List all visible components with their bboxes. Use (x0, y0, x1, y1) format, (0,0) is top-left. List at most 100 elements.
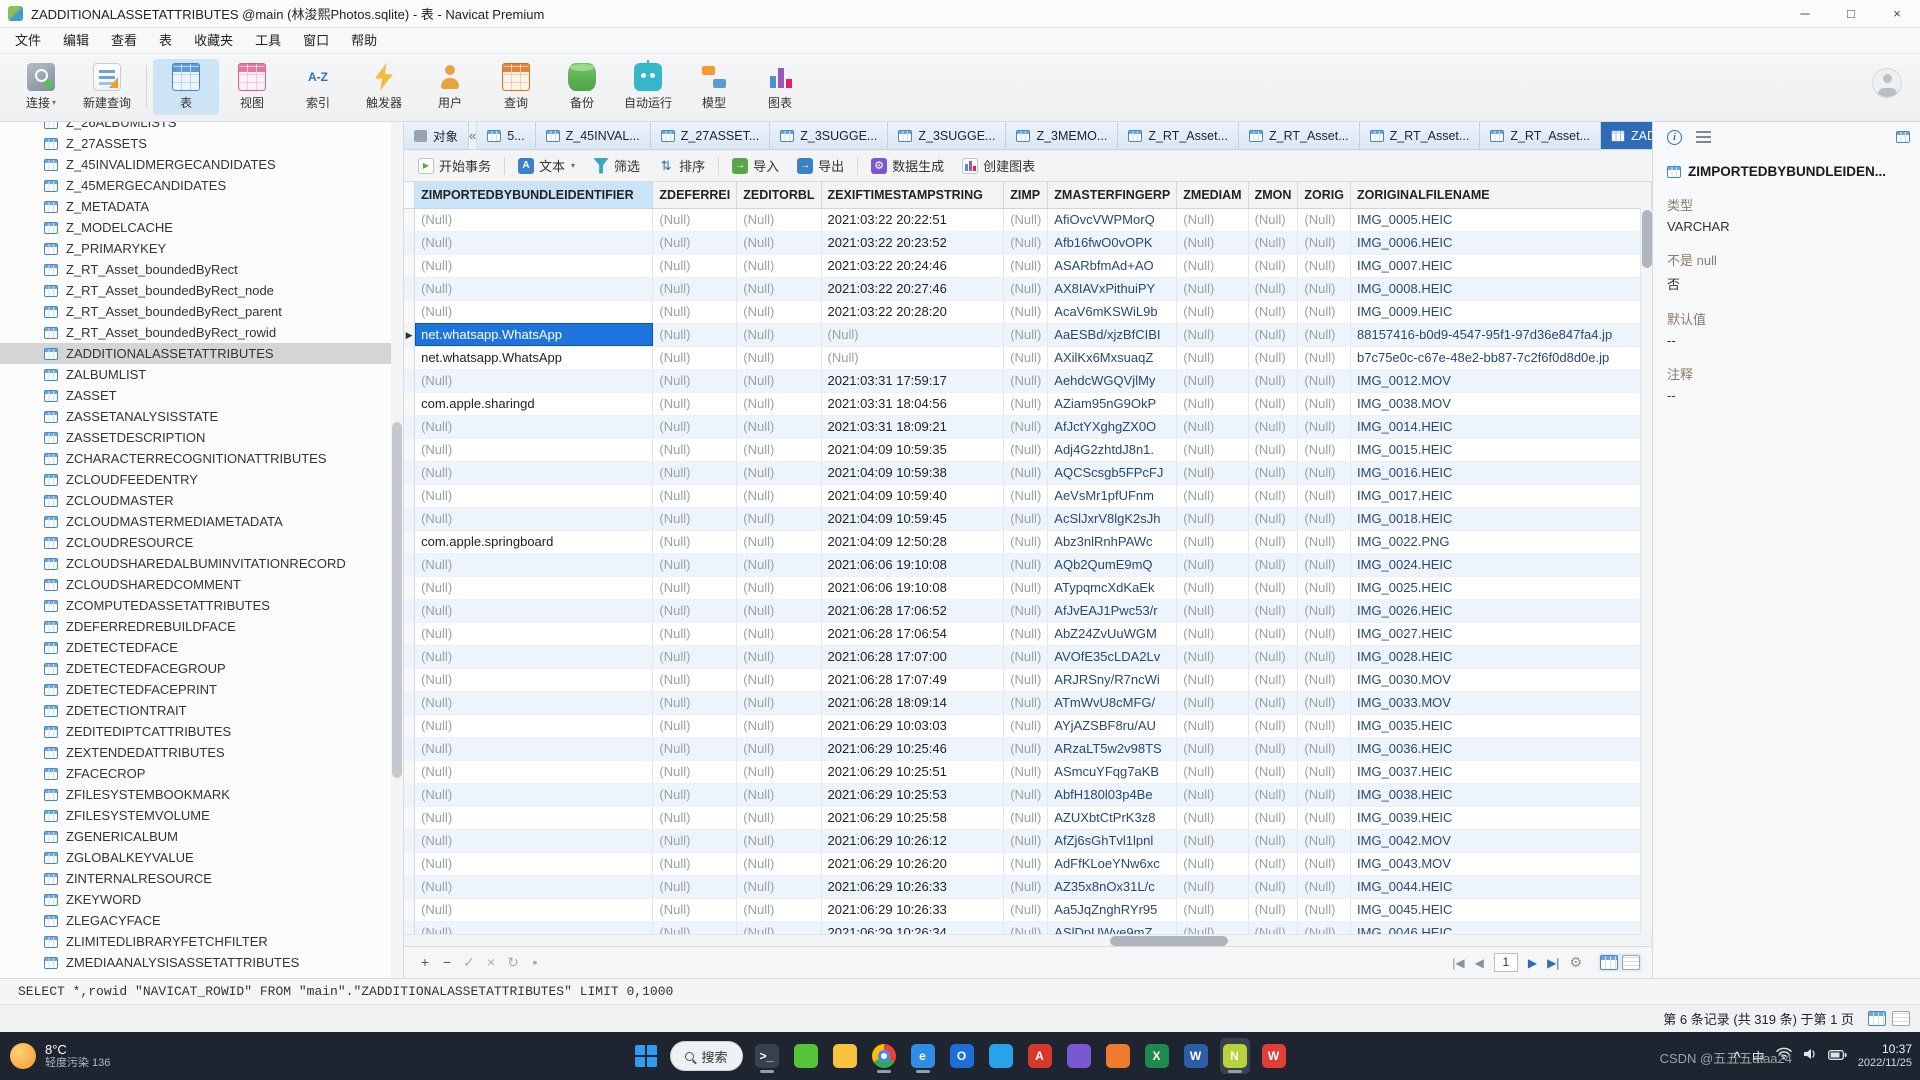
cell[interactable]: (Null) (1248, 254, 1298, 277)
cell[interactable]: (Null) (1248, 484, 1298, 507)
cell[interactable]: (Null) (737, 208, 821, 231)
cell[interactable]: (Null) (415, 737, 653, 760)
cell[interactable]: (Null) (737, 829, 821, 852)
cell[interactable]: AehdcWGQVjlMy (1048, 369, 1177, 392)
menu-table[interactable]: 表 (148, 28, 183, 54)
cell[interactable]: (Null) (415, 829, 653, 852)
cell[interactable]: (Null) (1177, 231, 1248, 254)
cell[interactable]: (Null) (1248, 599, 1298, 622)
cell[interactable]: 2021:03:22 20:24:46 (821, 254, 1004, 277)
cell[interactable]: (Null) (1298, 553, 1351, 576)
cell[interactable]: 2021:04:09 10:59:35 (821, 438, 1004, 461)
cell[interactable]: (Null) (737, 438, 821, 461)
sidebar-scrollbar-thumb[interactable] (392, 422, 402, 778)
sidebar-table-item[interactable]: ZEXTENDEDATTRIBUTES (0, 742, 403, 763)
cell[interactable]: AX8IAVxPithuiPY (1048, 277, 1177, 300)
row-selector[interactable] (404, 300, 415, 323)
cell[interactable]: IMG_0043.MOV (1351, 852, 1652, 875)
cell[interactable]: IMG_0022.PNG (1351, 530, 1652, 553)
row-selector[interactable] (404, 369, 415, 392)
cell[interactable]: (Null) (1004, 829, 1048, 852)
cell[interactable]: (Null) (653, 576, 737, 599)
cell[interactable]: (Null) (1004, 438, 1048, 461)
sidebar-table-item[interactable]: ZFILESYSTEMBOOKMARK (0, 784, 403, 805)
cell[interactable]: (Null) (737, 415, 821, 438)
cell[interactable]: 2021:06:29 10:25:46 (821, 737, 1004, 760)
cell[interactable]: (Null) (1177, 806, 1248, 829)
cell[interactable]: (Null) (737, 760, 821, 783)
toolbar-connection-button[interactable]: 连接▾ (8, 59, 74, 115)
cell[interactable]: 2021:04:09 10:59:38 (821, 461, 1004, 484)
cell[interactable]: (Null) (1177, 737, 1248, 760)
cell[interactable]: AfJctYXghgZX0O (1048, 415, 1177, 438)
cell[interactable]: (Null) (653, 231, 737, 254)
cell[interactable]: AQCScsgb5FPcFJ (1048, 461, 1177, 484)
taskbar-file-explorer-icon[interactable] (830, 1038, 860, 1074)
status-grid-icon[interactable] (1868, 1011, 1886, 1026)
cell[interactable]: net.whatsapp.WhatsApp (415, 323, 653, 346)
prev-page-button[interactable]: ◀ (1475, 956, 1484, 970)
cell[interactable]: 2021:06:06 19:10:08 (821, 553, 1004, 576)
sidebar-table-item[interactable]: ZASSET (0, 385, 403, 406)
cell[interactable]: (Null) (415, 461, 653, 484)
row-selector[interactable] (404, 415, 415, 438)
cell[interactable]: (Null) (1177, 553, 1248, 576)
cell[interactable]: (Null) (415, 277, 653, 300)
sidebar-table-item[interactable]: ZMEDIAANALYSISASSETATTRIBUTES (0, 952, 403, 973)
cell[interactable]: 2021:06:29 10:25:58 (821, 806, 1004, 829)
cell[interactable]: (Null) (415, 208, 653, 231)
cell[interactable]: (Null) (1298, 737, 1351, 760)
close-button[interactable]: × (1874, 0, 1920, 27)
cell[interactable]: IMG_0006.HEIC (1351, 231, 1652, 254)
cell[interactable]: (Null) (653, 852, 737, 875)
sidebar-table-item[interactable]: ZINTERNALRESOURCE (0, 868, 403, 889)
sidebar-table-item[interactable]: ZDEFERREDREBUILDFACE (0, 616, 403, 637)
sidebar-table-item[interactable]: ZALBUMLIST (0, 364, 403, 385)
column-header-ZMEDIAM[interactable]: ZMEDIAM (1177, 182, 1248, 208)
cell[interactable]: ATmWvU8cMFG/ (1048, 691, 1177, 714)
tab-table-6[interactable]: Z_3MEMO... (1006, 122, 1118, 149)
cell[interactable]: (Null) (737, 668, 821, 691)
tab-table-7[interactable]: Z_RT_Asset... (1118, 122, 1239, 149)
cell[interactable]: IMG_0007.HEIC (1351, 254, 1652, 277)
cell[interactable]: (Null) (1298, 484, 1351, 507)
cell[interactable]: (Null) (1177, 668, 1248, 691)
cell[interactable]: (Null) (653, 369, 737, 392)
cell[interactable]: ASmcuYFqg7aKB (1048, 760, 1177, 783)
sidebar-table-item[interactable]: Z_45MERGECANDIDATES (0, 175, 403, 196)
cell[interactable]: (Null) (1177, 208, 1248, 231)
cell[interactable]: (Null) (415, 622, 653, 645)
row-selector[interactable] (404, 599, 415, 622)
cell[interactable]: (Null) (1177, 530, 1248, 553)
cell[interactable]: (Null) (1004, 392, 1048, 415)
cell[interactable]: (Null) (1298, 300, 1351, 323)
sidebar-table-item[interactable]: ZLEGACYFACE (0, 910, 403, 931)
cell[interactable]: (Null) (415, 898, 653, 921)
taskbar-chrome-icon[interactable] (869, 1038, 899, 1074)
cell[interactable]: (Null) (737, 484, 821, 507)
cell[interactable]: IMG_0016.HEIC (1351, 461, 1652, 484)
gridbar-export-button[interactable]: →导出 (789, 153, 852, 178)
cell[interactable]: (Null) (1177, 829, 1248, 852)
cell[interactable]: (Null) (415, 599, 653, 622)
toolbar-user-button[interactable]: 用户 (417, 59, 483, 115)
taskbar-navicat-icon[interactable]: N (1220, 1038, 1250, 1074)
cell[interactable]: (Null) (1004, 875, 1048, 898)
cell[interactable]: IMG_0025.HEIC (1351, 576, 1652, 599)
cell[interactable]: (Null) (1004, 760, 1048, 783)
cell[interactable]: (Null) (821, 346, 1004, 369)
cell[interactable]: (Null) (1004, 277, 1048, 300)
toolbar-backup-button[interactable]: 备份 (549, 59, 615, 115)
cell[interactable]: AcSlJxrV8lgK2sJh (1048, 507, 1177, 530)
cell[interactable]: (Null) (415, 254, 653, 277)
toolbar-automation-button[interactable]: 自动运行 (615, 59, 681, 115)
cell[interactable]: (Null) (1177, 852, 1248, 875)
cell[interactable]: IMG_0035.HEIC (1351, 714, 1652, 737)
cell[interactable]: (Null) (737, 323, 821, 346)
menu-window[interactable]: 窗口 (292, 28, 340, 54)
cell[interactable]: (Null) (653, 254, 737, 277)
cell[interactable]: (Null) (653, 898, 737, 921)
cell[interactable]: 2021:04:09 12:50:28 (821, 530, 1004, 553)
tab-table-2[interactable]: Z_45INVAL... (536, 122, 651, 149)
cell[interactable]: AXilKx6MxsuaqZ (1048, 346, 1177, 369)
